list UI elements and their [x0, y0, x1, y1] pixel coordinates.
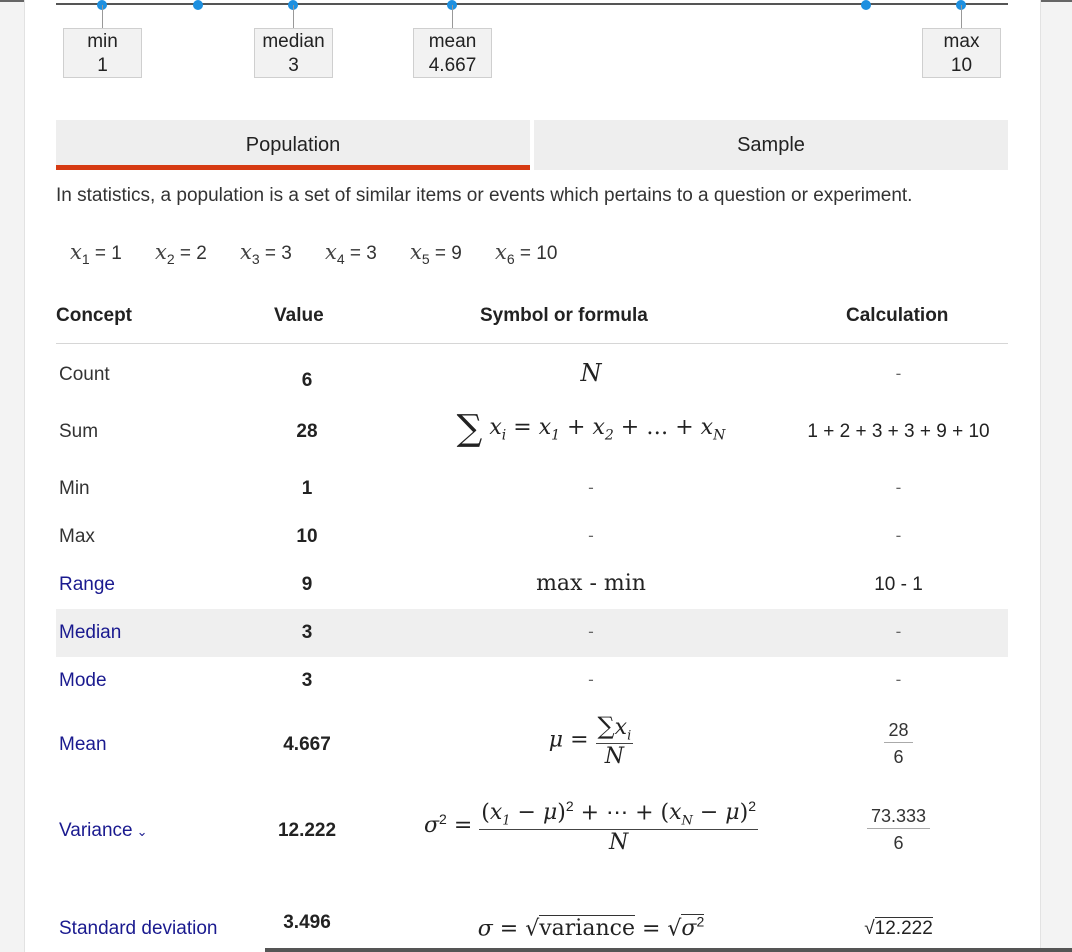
calc-mode: -	[895, 670, 902, 689]
boxplot-tick-max	[961, 5, 962, 29]
header-concept: Concept	[56, 305, 132, 326]
formula-range: max - min	[536, 571, 646, 596]
table-row: Mode 3 - -	[56, 658, 1008, 704]
calc-median: -	[895, 622, 902, 641]
boxplot-mean-box: mean 4.667	[413, 28, 492, 78]
calc-mean: 28 6	[806, 720, 991, 769]
boxplot-min-label: min	[87, 31, 118, 52]
header-value: Value	[274, 305, 324, 326]
value-stddev: 3.496	[283, 912, 331, 933]
value-count: 6	[301, 370, 313, 391]
concept-count: Count	[59, 364, 110, 385]
formula-mean: μ = ∑xi N	[548, 712, 634, 770]
table-row: Count 6 N -	[56, 356, 1008, 404]
value-range: 9	[301, 574, 313, 595]
value-max: 10	[296, 526, 318, 547]
formula-stddev: σ = √variance = √σ2	[477, 914, 705, 942]
table-row: Median 3 - -	[56, 609, 1008, 657]
boxplot-tick-mean	[452, 5, 453, 29]
calc-variance: 73.333 6	[806, 806, 991, 855]
formula-median: -	[588, 622, 594, 641]
boxplot-min-box: min 1	[63, 28, 142, 78]
concept-range-link[interactable]: Range	[59, 574, 115, 596]
value-min: 1	[301, 478, 313, 499]
data-value-item: x1 = 1	[70, 240, 122, 267]
value-mean: 4.667	[283, 734, 331, 755]
boxplot-median-box: median 3	[254, 28, 333, 78]
concept-median-link[interactable]: Median	[59, 622, 121, 644]
calc-range: 10 - 1	[874, 574, 923, 595]
window-bottom-border	[265, 948, 1072, 952]
formula-sum: ∑ xi = x1 + x2 + … + xN	[456, 408, 726, 449]
table-row: Range 9 max - min 10 - 1	[56, 562, 1008, 608]
variance-toggle[interactable]: Variance ⌄	[59, 820, 148, 842]
content-page: min 1 median 3 mean 4.667 max 10 Populat…	[24, 0, 1041, 952]
calc-sum: 1 + 2 + 3 + 3 + 9 + 10	[807, 421, 990, 442]
tab-sample[interactable]: Sample	[534, 120, 1008, 170]
boxplot-tick-median	[293, 5, 294, 29]
boxplot-median-label: median	[262, 31, 325, 52]
concept-max: Max	[59, 526, 95, 547]
value-median: 3	[301, 622, 313, 643]
value-mode: 3	[301, 670, 313, 691]
header-divider	[56, 343, 1008, 344]
data-value-item: x5 = 9	[410, 240, 462, 267]
formula-min: -	[588, 478, 594, 497]
data-value-item: x3 = 3	[240, 240, 292, 267]
boxplot-max-label: max	[943, 31, 980, 52]
boxplot-mean-label: mean	[428, 31, 477, 52]
boxplot-point-q1	[193, 0, 203, 10]
calc-min: -	[895, 478, 902, 497]
concept-mean-link[interactable]: Mean	[59, 734, 107, 756]
boxplot-mean-value: 4.667	[428, 55, 477, 76]
chevron-down-icon: ⌄	[136, 824, 148, 839]
concept-mode-link[interactable]: Mode	[59, 670, 107, 692]
population-description: In statistics, a population is a set of …	[56, 185, 913, 206]
table-row: Sum 28 ∑ xi = x1 + x2 + … + xN 1 + 2 + 3…	[56, 408, 1008, 456]
header-formula: Symbol or formula	[480, 305, 648, 326]
formula-count: N	[580, 359, 602, 387]
data-value-item: x4 = 3	[325, 240, 377, 267]
formula-variance: σ2 = (x1 − μ)2 + ⋯ + (xN − μ)2 N	[424, 798, 758, 855]
boxplot-median-value: 3	[288, 55, 299, 76]
calc-stddev: √12.222	[864, 917, 933, 939]
table-row: Max 10 - -	[56, 514, 1008, 560]
table-row: Standard deviation 3.496 σ = √variance =…	[56, 904, 1008, 948]
calc-max: -	[895, 526, 902, 545]
formula-mode: -	[588, 670, 594, 689]
value-sum: 28	[296, 421, 318, 442]
boxplot-tick-min	[102, 5, 103, 29]
boxplot-min-value: 1	[97, 55, 108, 76]
tab-population[interactable]: Population	[56, 120, 530, 170]
table-row: Mean 4.667 μ = ∑xi N 28 6	[56, 712, 1008, 780]
value-variance: 12.222	[277, 820, 337, 841]
concept-stddev-link[interactable]: Standard deviation	[59, 918, 217, 940]
table-row: Variance ⌄ 12.222 σ2 = (x1 − μ)2 + ⋯ + (x…	[56, 794, 1008, 870]
calc-count: -	[895, 364, 902, 383]
boxplot-max-box: max 10	[922, 28, 1001, 78]
formula-max: -	[588, 526, 594, 545]
data-value-item: x2 = 2	[155, 240, 207, 267]
data-value-item: x6 = 10	[495, 240, 558, 267]
table-row: Min 1 - -	[56, 466, 1008, 512]
boxplot-point-q3	[861, 0, 871, 10]
header-calculation: Calculation	[846, 305, 949, 326]
concept-variance-label: Variance	[59, 820, 133, 841]
concept-sum: Sum	[59, 421, 99, 442]
boxplot-max-value: 10	[950, 55, 973, 76]
concept-min: Min	[59, 478, 90, 499]
population-sample-tabs: Population Sample	[56, 120, 1008, 170]
